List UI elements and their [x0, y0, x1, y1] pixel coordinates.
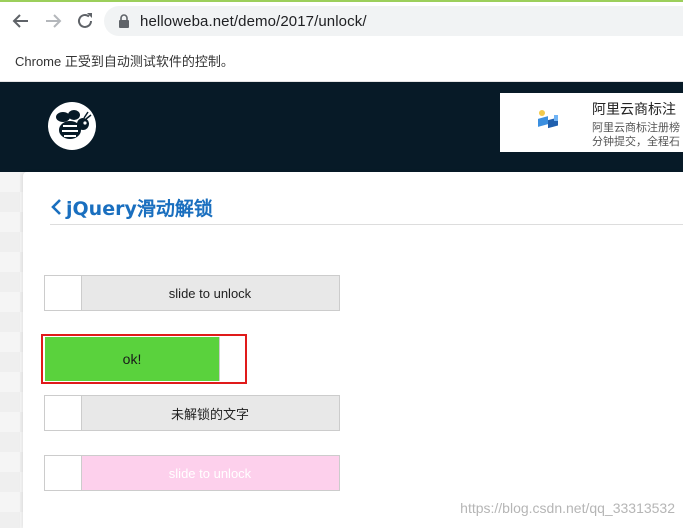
- title-row: jQuery滑动解锁: [50, 190, 683, 225]
- unlock-slider[interactable]: slide to unlock: [44, 455, 340, 491]
- back-arrow-icon[interactable]: [8, 8, 34, 34]
- unlock-slider[interactable]: slide to unlock: [44, 275, 340, 311]
- ad-description: 分钟提交，全程石: [592, 136, 680, 148]
- page-title: jQuery滑动解锁: [66, 197, 213, 220]
- reload-icon[interactable]: [72, 8, 98, 34]
- ad-image-icon: [530, 107, 566, 139]
- address-bar[interactable]: helloweba.net/demo/2017/unlock/: [104, 6, 683, 36]
- slider-label: slide to unlock: [168, 285, 252, 301]
- automation-info-bar: Chrome 正受到自动测试软件的控制。: [0, 40, 683, 82]
- unlock-slider[interactable]: 未解锁的文字: [44, 395, 340, 431]
- browser-toolbar: helloweba.net/demo/2017/unlock/: [0, 0, 683, 40]
- slider-handle[interactable]: [219, 337, 244, 381]
- chevron-left-icon[interactable]: [50, 198, 62, 216]
- slider-label: 未解锁的文字: [170, 406, 249, 422]
- slider-handle[interactable]: [45, 276, 82, 310]
- site-header: 阿里云商标注 阿里云商标注册榜 分钟提交，全程石: [0, 82, 683, 172]
- slider-label: ok!: [122, 351, 142, 367]
- watermark: https://blog.csdn.net/qq_33313532: [460, 500, 675, 516]
- bee-logo-icon[interactable]: [48, 102, 96, 150]
- ad-banner[interactable]: 阿里云商标注 阿里云商标注册榜 分钟提交，全程石: [500, 93, 683, 152]
- slider-handle[interactable]: [45, 456, 82, 490]
- slider-handle[interactable]: [45, 396, 82, 430]
- slider-label: slide to unlock: [168, 465, 252, 481]
- forward-arrow-icon[interactable]: [40, 8, 66, 34]
- ad-title: 阿里云商标注: [592, 101, 676, 117]
- url-text: helloweba.net/demo/2017/unlock/: [140, 12, 367, 30]
- automation-notice: Chrome 正受到自动测试软件的控制。: [15, 54, 234, 69]
- lock-icon: [118, 14, 130, 28]
- unlocked-slider[interactable]: ok!: [45, 337, 244, 381]
